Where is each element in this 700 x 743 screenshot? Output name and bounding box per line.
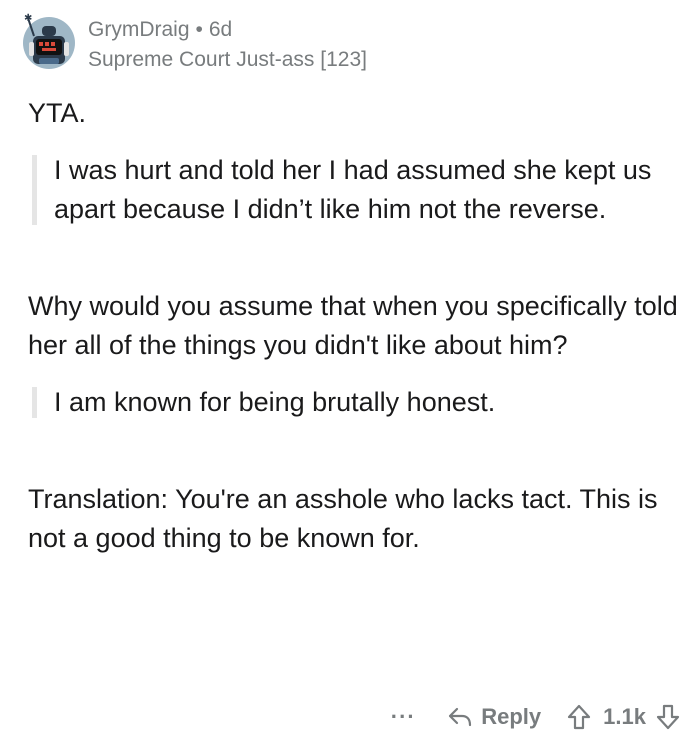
- user-avatar-icon[interactable]: ✱: [20, 12, 78, 72]
- user-flair: Supreme Court Just-ass [123]: [88, 48, 367, 71]
- vote-score: 1.1k: [603, 704, 646, 729]
- blockquote-1: I was hurt and told her I had assumed sh…: [28, 151, 678, 229]
- downvote-arrow-icon[interactable]: [656, 704, 680, 730]
- svg-text:✱: ✱: [24, 13, 32, 24]
- reply-arrow-icon: [449, 707, 472, 727]
- comment-actions: ··· Reply 1.1k: [381, 698, 680, 736]
- paragraph-2: Translation: You're an asshole who lacks…: [28, 484, 658, 553]
- reply-button[interactable]: Reply: [447, 704, 541, 730]
- comment-body: YTA. I was hurt and told her I had assum…: [28, 94, 678, 558]
- verdict-text: YTA.: [28, 98, 87, 128]
- comment-age: 6d: [208, 18, 233, 41]
- paragraph-1: Why would you assume that when you speci…: [28, 291, 678, 360]
- upvote-arrow-icon[interactable]: [567, 704, 591, 730]
- more-options-label: ···: [390, 704, 416, 729]
- author-line: GrymDraig • 6d: [88, 18, 232, 42]
- reply-label: Reply: [481, 704, 542, 729]
- comment-header: ✱ GrymDraig • 6d Supreme Court Just-ass [1…: [20, 12, 680, 78]
- vote-controls: 1.1k: [567, 704, 680, 730]
- username-link[interactable]: GrymDraig: [88, 18, 190, 41]
- separator-dot: •: [195, 18, 203, 41]
- blockquote-2: I am known for being brutally honest.: [28, 383, 678, 422]
- more-options-button[interactable]: ···: [381, 704, 425, 730]
